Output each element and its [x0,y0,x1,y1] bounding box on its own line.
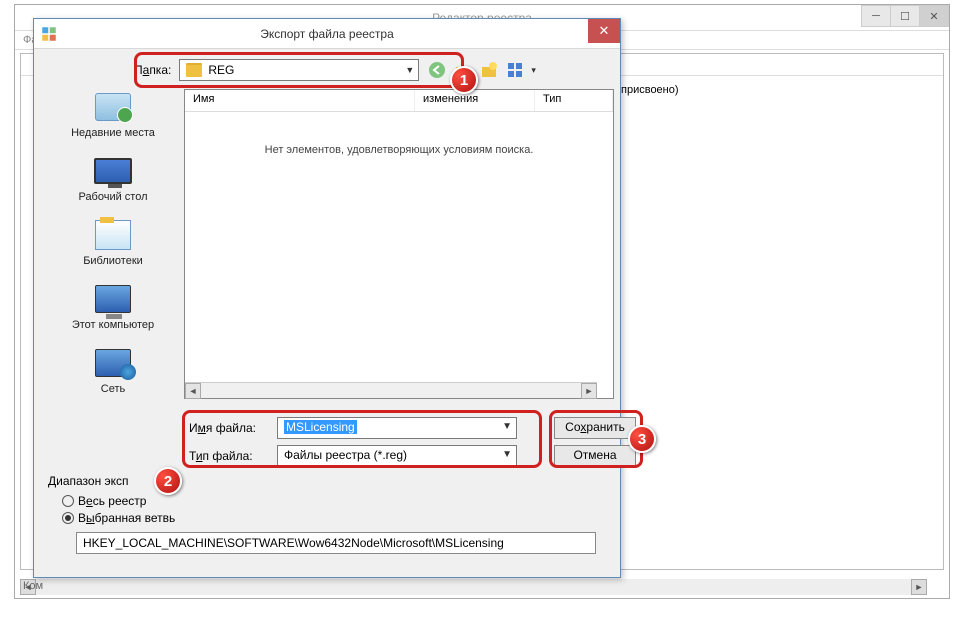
file-list[interactable]: Имя изменения Тип Нет элементов, удовлет… [184,89,614,399]
file-hscrollbar[interactable]: ◄ ► [185,382,597,398]
filename-value: MSLicensing [284,420,357,434]
dlg-titlebar: Экспорт файла реестра ✕ [34,19,620,49]
place-network[interactable]: Сеть [44,345,182,395]
branch-path-input[interactable] [76,532,596,554]
radio-checked-icon [62,512,74,524]
recent-places-icon [95,93,131,121]
place-recent[interactable]: Недавние места [44,89,182,139]
place-desktop[interactable]: Рабочий стол [44,153,182,203]
place-label: Недавние места [71,127,155,139]
scroll-right-icon[interactable]: ► [581,383,597,399]
dlg-close-button[interactable]: ✕ [588,19,620,43]
up-folder-icon[interactable] [453,60,473,80]
filetype-select[interactable]: Файлы реестра (*.reg) ▼ [277,445,517,467]
place-label: Рабочий стол [78,191,147,203]
bg-minimize-button[interactable]: ─ [861,5,891,27]
view-dropdown-icon[interactable]: ▾ [531,65,536,76]
file-list-header: Имя изменения Тип [185,90,613,112]
col-name[interactable]: Имя [185,90,415,111]
bg-statusbar: Ком [15,576,51,598]
bg-window-controls: ─ ☐ ✕ [862,5,949,27]
radio-selected-branch[interactable]: Выбранная ветвь [62,511,606,525]
chevron-down-icon[interactable]: ▼ [502,421,512,432]
desktop-icon [94,158,132,184]
bg-scroll-right-icon[interactable]: ► [911,579,927,595]
computer-icon [95,285,131,313]
filename-input[interactable]: MSLicensing ▼ [277,417,517,439]
filetype-value: Файлы реестра (*.reg) [284,448,407,462]
new-folder-icon[interactable] [479,60,499,80]
place-this-pc[interactable]: Этот компьютер [44,281,182,331]
range-title: Диапазон эксп [48,474,606,488]
filename-label: Имя файла: [189,421,277,435]
chevron-down-icon: ▼ [405,65,414,75]
place-label: Библиотеки [83,255,143,267]
place-label: Сеть [101,383,125,395]
col-type[interactable]: Тип [535,90,613,111]
dialog-buttons: Сохранить Отмена [554,417,636,467]
network-icon [95,349,131,377]
folder-row: Папка: REG ▼ ▾ [134,59,536,81]
folder-icon [186,63,202,77]
folder-combo-value: REG [208,63,234,77]
dlg-title: Экспорт файла реестра [260,27,394,41]
export-range-group: Диапазон эксп Весь реестр Выбранная ветв… [48,474,606,554]
bg-close-button[interactable]: ✕ [919,5,949,27]
libraries-icon [95,220,131,250]
cancel-button[interactable]: Отмена [554,445,636,467]
file-form: Имя файла: MSLicensing ▼ Тип файла: Файл… [189,417,517,473]
place-label: Этот компьютер [72,319,154,331]
bg-hscrollbar[interactable]: ◄ ► [20,579,927,595]
export-dialog: Экспорт файла реестра ✕ Папка: REG ▼ ▾ Н… [33,18,621,578]
bg-maximize-button[interactable]: ☐ [890,5,920,27]
back-icon[interactable] [427,60,447,80]
folder-toolbar: ▾ [427,60,536,80]
place-libraries[interactable]: Библиотеки [44,217,182,267]
folder-label: Папка: [134,63,171,77]
folder-combo[interactable]: REG ▼ [179,59,419,81]
chevron-down-icon[interactable]: ▼ [502,449,512,460]
radio-icon [62,495,74,507]
radio-all-registry[interactable]: Весь реестр [62,494,606,508]
view-icon[interactable] [505,60,525,80]
save-button[interactable]: Сохранить [554,417,636,439]
col-date[interactable]: изменения [415,90,535,111]
places-bar: Недавние места Рабочий стол Библиотеки Э… [44,89,182,409]
empty-message: Нет элементов, удовлетворяющих условиям … [185,144,613,156]
regedit-icon [40,25,58,43]
scroll-left-icon[interactable]: ◄ [185,383,201,399]
filetype-label: Тип файла: [189,449,277,463]
